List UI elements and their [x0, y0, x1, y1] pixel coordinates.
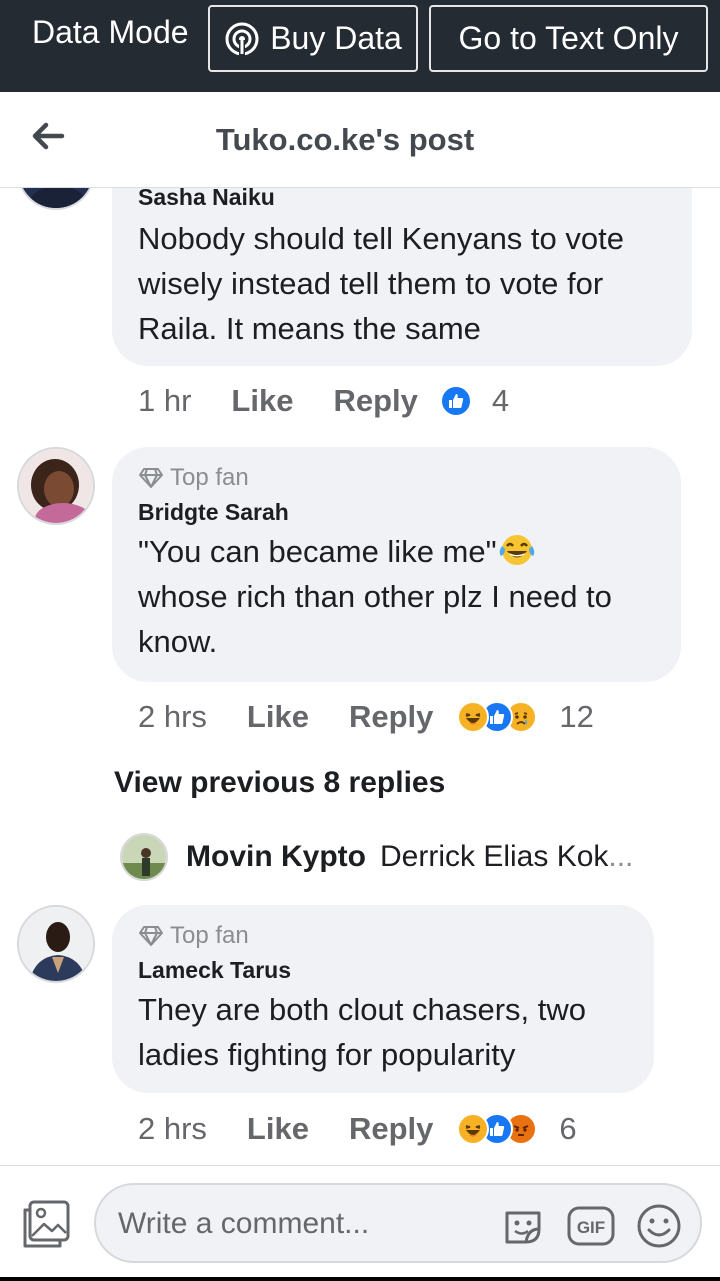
reactions[interactable]: [457, 1113, 538, 1145]
reaction-count[interactable]: 6: [559, 1111, 576, 1147]
like-reaction-icon: [439, 385, 472, 417]
avatar[interactable]: [17, 905, 95, 983]
svg-text:GIF: GIF: [577, 1218, 605, 1237]
comment-composer: Write a comment... GIF: [0, 1165, 720, 1281]
photo-icon[interactable]: [20, 1198, 72, 1250]
sticker-icon[interactable]: [498, 1201, 548, 1251]
haha-reaction-icon: [457, 1113, 490, 1145]
buy-data-label: Buy Data: [270, 20, 402, 56]
reaction-count[interactable]: 12: [559, 699, 593, 735]
broadcast-icon: [225, 22, 259, 56]
top-fan-badge: Top fan: [138, 921, 628, 951]
comment-input[interactable]: Write a comment... GIF: [94, 1183, 702, 1263]
diamond-icon: [139, 926, 163, 946]
comment-text-line: "You can became like me": [138, 534, 497, 569]
comment-meta: 2 hrs Like Reply 6: [138, 1109, 577, 1149]
comment-text: "You can became like me" whose rich than…: [138, 529, 655, 664]
view-previous-replies-link[interactable]: View previous 8 replies: [114, 766, 445, 800]
buy-data-button[interactable]: Buy Data: [208, 5, 418, 72]
diamond-icon: [139, 468, 163, 488]
reply-ellipsis: ...: [608, 840, 634, 873]
reply-author: Movin Kypto: [186, 840, 366, 873]
emoji-icon[interactable]: [634, 1201, 684, 1251]
top-fan-label: Top fan: [170, 464, 249, 491]
like-button[interactable]: Like: [231, 383, 293, 419]
avatar-image: [122, 835, 166, 879]
comment-placeholder: Write a comment...: [118, 1207, 370, 1240]
comment-text-line: whose rich than other plz I need to know…: [138, 579, 612, 659]
comment-bubble: Top fan Lameck Tarus They are both clout…: [112, 905, 654, 1093]
text-only-button[interactable]: Go to Text Only: [429, 5, 708, 72]
comment-author[interactable]: Lameck Tarus: [138, 955, 628, 985]
top-fan-badge: Top fan: [138, 463, 655, 493]
top-fan-label: Top fan: [170, 922, 249, 949]
data-mode-bar: Data Mode Buy Data Go to Text Only: [0, 0, 720, 92]
tears-of-joy-emoji-icon: [499, 535, 534, 565]
comment-text: They are both clout chasers, two ladies …: [138, 992, 587, 1072]
reply-button[interactable]: Reply: [349, 699, 433, 735]
comment-meta: 2 hrs Like Reply 12: [138, 697, 594, 737]
post-header: Tuko.co.ke's post: [0, 92, 720, 188]
reply-text: Derrick Elias Kok: [380, 840, 609, 873]
avatar: [120, 833, 168, 881]
avatar-image: [19, 449, 93, 523]
text-only-label: Go to Text Only: [458, 20, 679, 56]
avatar-image: [19, 907, 93, 981]
page-title: Tuko.co.ke's post: [215, 122, 475, 157]
comment-meta: 1 hr Like Reply 4: [138, 381, 509, 421]
like-button[interactable]: Like: [247, 699, 309, 735]
reactions[interactable]: [457, 701, 538, 733]
comment-bubble: Top fan Bridgte Sarah "You can became li…: [112, 447, 681, 682]
reaction-count[interactable]: 4: [492, 383, 509, 419]
comment-text: Nobody should tell Kenyans to vote wisel…: [138, 221, 624, 346]
like-button[interactable]: Like: [247, 1111, 309, 1147]
reply-button[interactable]: Reply: [333, 383, 417, 419]
reply-button[interactable]: Reply: [349, 1111, 433, 1147]
comment-time[interactable]: 2 hrs: [138, 1111, 207, 1147]
haha-reaction-icon: [457, 701, 490, 733]
comment-author[interactable]: Bridgte Sarah: [138, 497, 655, 527]
bottom-divider: [0, 1277, 720, 1281]
gif-icon[interactable]: GIF: [566, 1201, 616, 1251]
reactions[interactable]: [439, 385, 472, 417]
data-mode-label: Data Mode: [32, 14, 189, 50]
avatar[interactable]: [17, 447, 95, 525]
comment-time[interactable]: 1 hr: [138, 383, 191, 419]
comment-time[interactable]: 2 hrs: [138, 699, 207, 735]
reply-preview[interactable]: Movin Kypto Derrick Elias Kok ...: [120, 832, 633, 882]
